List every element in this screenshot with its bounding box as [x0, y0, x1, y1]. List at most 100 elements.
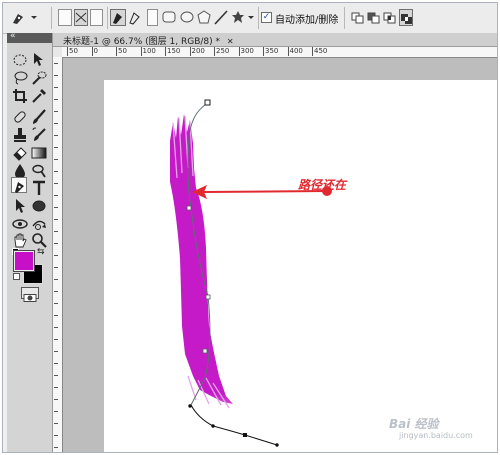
ellipse-tool[interactable] [31, 198, 47, 214]
document-tab[interactable]: 未标题-1 @ 66.7% (图层 1, RGB/8) * ✕ [53, 33, 497, 47]
freeform-pen-option[interactable] [128, 9, 144, 26]
fill-pixels-button[interactable] [90, 9, 103, 26]
ruler-tick [54, 207, 58, 208]
history-brush-tool[interactable] [31, 127, 47, 143]
ellipse-shape-icon [32, 200, 46, 212]
paths-mode-button[interactable] [74, 9, 88, 26]
watermark-url: jingyan.baidu.com [399, 431, 473, 440]
path-anchor-point[interactable] [202, 348, 208, 354]
lasso-icon [14, 71, 28, 85]
quick-selection-icon [32, 71, 47, 85]
vertical-ruler[interactable] [53, 57, 63, 452]
small-swatch-icon [13, 273, 20, 280]
document-tab-title: 未标题-1 @ 66.7% (图层 1, RGB/8) * ✕ [63, 37, 234, 47]
ruler-tick [54, 339, 58, 340]
toolbox-header: « [7, 31, 52, 43]
ruler-tick [54, 135, 58, 136]
path-start-anchor[interactable] [204, 99, 211, 106]
direction-handle[interactable] [275, 443, 279, 447]
path-add-button[interactable] [351, 9, 365, 26]
gradient-tool[interactable] [31, 145, 47, 161]
healing-brush-tool[interactable] [12, 109, 28, 125]
path-exclude-button[interactable] [399, 9, 413, 26]
magnifier-icon [32, 233, 47, 248]
foreground-color-swatch[interactable] [13, 250, 35, 272]
clone-stamp-tool[interactable] [12, 127, 28, 143]
path-exclude-icon [401, 14, 412, 24]
elliptical-marquee-icon [13, 54, 27, 66]
shape-layers-button[interactable] [58, 9, 72, 26]
ruler-tick [54, 159, 58, 160]
ruler-tick [54, 315, 58, 316]
ruler-tick [54, 147, 58, 148]
collapse-arrows-icon[interactable]: « [10, 31, 16, 41]
move-tool[interactable] [31, 52, 47, 68]
zoom-tool[interactable] [31, 232, 47, 248]
path-selection-icon [16, 199, 25, 213]
crop-tool[interactable] [12, 88, 28, 104]
ruler-tick [54, 219, 58, 220]
swap-colors-icon[interactable]: ⇆ [37, 247, 45, 257]
baidu-watermark: Bai 经验 [389, 417, 439, 431]
ruler-tick [54, 123, 58, 124]
ruler-tick [54, 423, 58, 424]
direction-handle[interactable] [211, 424, 215, 428]
magenta-brush-stroke[interactable] [170, 114, 233, 404]
ruler-label: 350 [262, 47, 279, 56]
crop-icon [13, 89, 27, 103]
hand-tool[interactable] [12, 232, 28, 248]
ruler-label: 400 [287, 47, 303, 56]
selected-anchor-point[interactable] [243, 433, 247, 437]
ruler-tick [54, 75, 58, 76]
quick-mask-icon [23, 294, 37, 302]
eraser-tool[interactable] [12, 145, 28, 161]
3d-orbit-tool[interactable] [31, 216, 47, 232]
ruler-tick [54, 99, 58, 100]
ruler-tick [54, 231, 58, 232]
ruler-label: 50 [67, 47, 78, 56]
ruler-tick [54, 447, 58, 448]
path-intersect-button[interactable] [383, 9, 397, 26]
magic-wand-tool[interactable] [31, 70, 47, 86]
path-selection-tool[interactable] [12, 198, 28, 214]
3d-rotate-tool[interactable] [12, 216, 28, 232]
quick-mask-button[interactable] [21, 287, 39, 302]
marquee-tool[interactable] [12, 52, 28, 68]
path-anchor-point[interactable] [205, 294, 211, 300]
pen-tool-icon [15, 182, 24, 193]
line-shape-button[interactable] [213, 9, 229, 26]
hand-icon [14, 233, 27, 248]
close-tab-icon[interactable]: ✕ [227, 37, 234, 46]
sponge-icon [32, 164, 46, 178]
ruler-label: 50 [116, 47, 127, 56]
custom-shape-button[interactable] [231, 9, 255, 26]
ruler-label: 200 [189, 47, 205, 56]
rounded-rectangle-button[interactable] [162, 9, 177, 26]
type-tool[interactable] [31, 180, 47, 196]
rectangle-shape-button[interactable] [147, 9, 158, 26]
auto-add-delete-checkbox[interactable]: ✓ [261, 12, 272, 23]
path-anchor-point[interactable] [186, 205, 192, 211]
tool-preset-picker[interactable] [9, 9, 39, 26]
ruler-tick [54, 351, 58, 352]
horizontal-ruler[interactable]: 50 0 50 100 150 200 250 300 350 400 450 [62, 47, 497, 58]
ellipse-shape-button[interactable] [179, 9, 195, 26]
canvas-workspace[interactable]: 路径还在 [63, 58, 497, 452]
lasso-tool[interactable] [12, 70, 28, 86]
custom-shape-icon [232, 11, 254, 23]
path-subtract-button[interactable] [367, 9, 381, 26]
direction-handle[interactable] [188, 404, 192, 408]
eyedropper-tool[interactable] [31, 88, 47, 104]
ruler-label: 0 [91, 47, 98, 56]
toolbox: « ⇆ [7, 31, 53, 452]
ruler-tick [54, 279, 58, 280]
polygon-shape-button[interactable] [197, 9, 211, 26]
pen-tool[interactable] [11, 177, 27, 193]
ruler-tick [54, 291, 58, 292]
dodge-tool[interactable] [31, 163, 47, 179]
ruler-tick [54, 303, 58, 304]
ruler-label: 450 [311, 47, 328, 56]
brush-tool[interactable] [31, 109, 47, 125]
pen-tool-option[interactable] [110, 9, 126, 26]
type-icon [33, 180, 45, 195]
